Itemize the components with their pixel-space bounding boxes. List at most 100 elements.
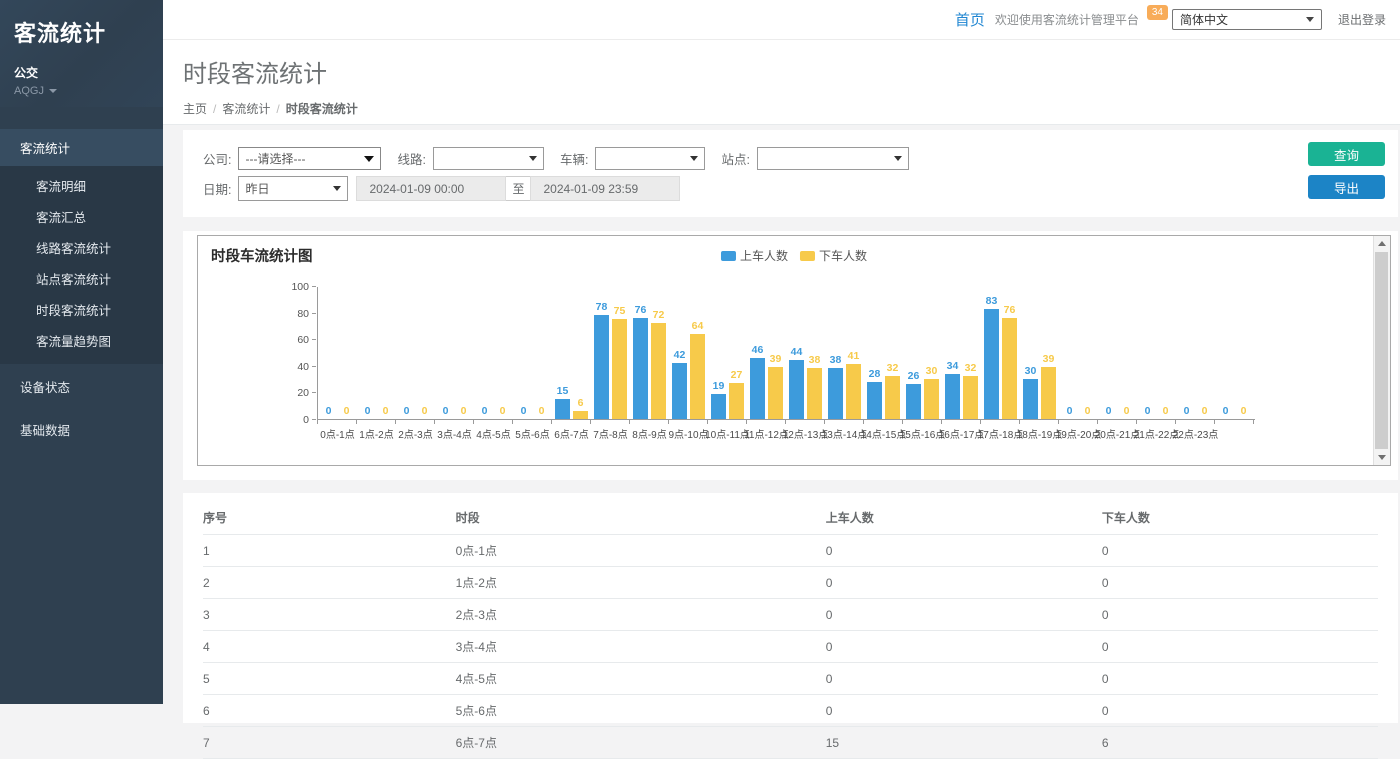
line-label: 线路: [397,149,425,168]
scroll-down-icon[interactable] [1374,450,1390,465]
alighting-bar[interactable] [612,319,627,419]
table-cell: 4点-5点 [456,663,826,695]
alighting-bar[interactable] [885,376,900,419]
notification-badge[interactable]: 34 [1147,5,1168,20]
legend-item-boarding[interactable]: 上车人数 [721,247,788,264]
station-select[interactable] [757,147,909,170]
logout-link[interactable]: 退出登录 [1338,11,1386,28]
boarding-bar-slot: 0 [360,286,375,419]
date-start-input[interactable]: 2024-01-09 00:00 [356,176,506,201]
sidebar-subitem[interactable]: 客流明细 [0,170,163,201]
alighting-bar[interactable] [729,383,744,419]
chart-legend: 上车人数 下车人数 [721,247,867,264]
boarding-bar[interactable] [906,384,921,419]
boarding-bar[interactable] [867,382,882,419]
alighting-bar[interactable] [807,368,822,419]
alighting-bar[interactable] [1041,367,1056,419]
sidebar-subitem[interactable]: 客流量趋势图 [0,325,163,356]
sidebar-item-base-data[interactable]: 基础数据 [0,409,163,450]
alighting-bar[interactable] [573,411,588,419]
sidebar-subitem[interactable]: 站点客流统计 [0,263,163,294]
home-link[interactable]: 首页 [955,9,985,30]
boarding-bar[interactable] [1023,379,1038,419]
alighting-bar[interactable] [963,376,978,419]
query-button[interactable]: 查询 [1308,142,1385,166]
breadcrumb-separator: / [213,102,216,116]
bar-value-label: 0 [1202,405,1208,417]
boarding-bar[interactable] [555,399,570,419]
bar-group: 303918点-19点 [1020,286,1059,419]
boarding-bar[interactable] [984,309,999,419]
x-axis-tick [473,420,474,424]
chevron-down-icon [894,156,902,161]
bar-group: 005点-6点 [513,286,552,419]
table-row[interactable]: 76点-7点156 [203,727,1378,759]
breadcrumb-item[interactable]: 主页 [183,102,207,116]
boarding-bar[interactable] [945,374,960,419]
chart-panel: 时段车流统计图 上车人数 下车人数 020406080100000点-1点001… [183,231,1398,480]
company-select[interactable]: ---请选择--- [238,147,381,170]
table-row[interactable]: 43点-4点00 [203,631,1378,663]
table-row[interactable]: 10点-1点00 [203,535,1378,567]
boarding-bar[interactable] [672,363,687,419]
boarding-bar-slot: 38 [828,286,843,419]
breadcrumb-item[interactable]: 客流统计 [222,102,270,116]
alighting-bar-slot: 72 [651,286,666,419]
table-row[interactable]: 65点-6点00 [203,695,1378,727]
x-axis-category-label: 1点-2点 [359,426,393,441]
alighting-bar[interactable] [924,379,939,419]
table-row[interactable]: 32点-3点00 [203,599,1378,631]
boarding-bar[interactable] [633,318,648,419]
alighting-bar[interactable] [690,334,705,419]
scroll-up-icon[interactable] [1374,236,1390,251]
sidebar-subitem[interactable]: 客流汇总 [0,201,163,232]
vehicle-select[interactable] [595,147,705,170]
legend-item-alighting[interactable]: 下车人数 [800,247,867,264]
sidebar-subitem[interactable]: 时段客流统计 [0,294,163,325]
bar-value-label: 0 [539,405,545,417]
language-select[interactable]: 简体中文 [1172,9,1322,30]
x-axis-tick [1253,420,1254,424]
table-row[interactable]: 21点-2点00 [203,567,1378,599]
sidebar-item-device-status[interactable]: 设备状态 [0,366,163,407]
bar-value-label: 27 [731,369,743,381]
alighting-bar-slot: 38 [807,286,822,419]
alighting-bar-slot: 39 [1041,286,1056,419]
date-end-input[interactable]: 2024-01-09 23:59 [530,176,680,201]
alighting-bar[interactable] [1002,318,1017,419]
alighting-bar-slot: 0 [339,286,354,419]
boarding-bar[interactable] [828,368,843,419]
boarding-bar[interactable] [789,360,804,419]
table-panel: 序号时段上车人数下车人数 10点-1点0021点-2点0032点-3点0043点… [183,493,1398,723]
bar-value-label: 0 [500,405,506,417]
table-cell: 6 [1102,727,1378,759]
bar-value-label: 0 [422,405,428,417]
alighting-bar-slot: 75 [612,286,627,419]
language-select-value: 简体中文 [1180,11,1228,28]
boarding-bar[interactable] [594,315,609,419]
alighting-bar[interactable] [651,323,666,419]
bar-value-label: 0 [383,405,389,417]
breadcrumb-item[interactable]: 时段客流统计 [286,102,358,116]
boarding-bar[interactable] [750,358,765,419]
date-preset-select[interactable]: 昨日 [238,176,348,201]
logo-block: 客流统计 公交 AQGJ [0,0,163,107]
x-axis-category-label: 8点-9点 [632,426,666,441]
boarding-bar[interactable] [711,394,726,419]
export-button[interactable]: 导出 [1308,175,1385,199]
alighting-bar[interactable] [768,367,783,419]
alighting-bar[interactable] [846,364,861,419]
scroll-thumb[interactable] [1375,252,1388,449]
legend-label-boarding: 上车人数 [740,247,788,264]
y-axis-label: 100 [269,281,309,293]
sidebar-subitem[interactable]: 线路客流统计 [0,232,163,263]
sidebar-section-passenger-stats[interactable]: 客流统计 [0,129,163,166]
line-select[interactable] [433,147,544,170]
table-row[interactable]: 54点-5点00 [203,663,1378,695]
table-cell: 3点-4点 [456,631,826,663]
table-body: 10点-1点0021点-2点0032点-3点0043点-4点0054点-5点00… [203,535,1378,759]
alighting-bar-slot: 0 [1080,286,1095,419]
chart-scrollbar[interactable] [1373,236,1390,465]
bar-value-label: 0 [521,405,527,417]
org-code-dropdown[interactable]: AQGJ [14,85,149,97]
